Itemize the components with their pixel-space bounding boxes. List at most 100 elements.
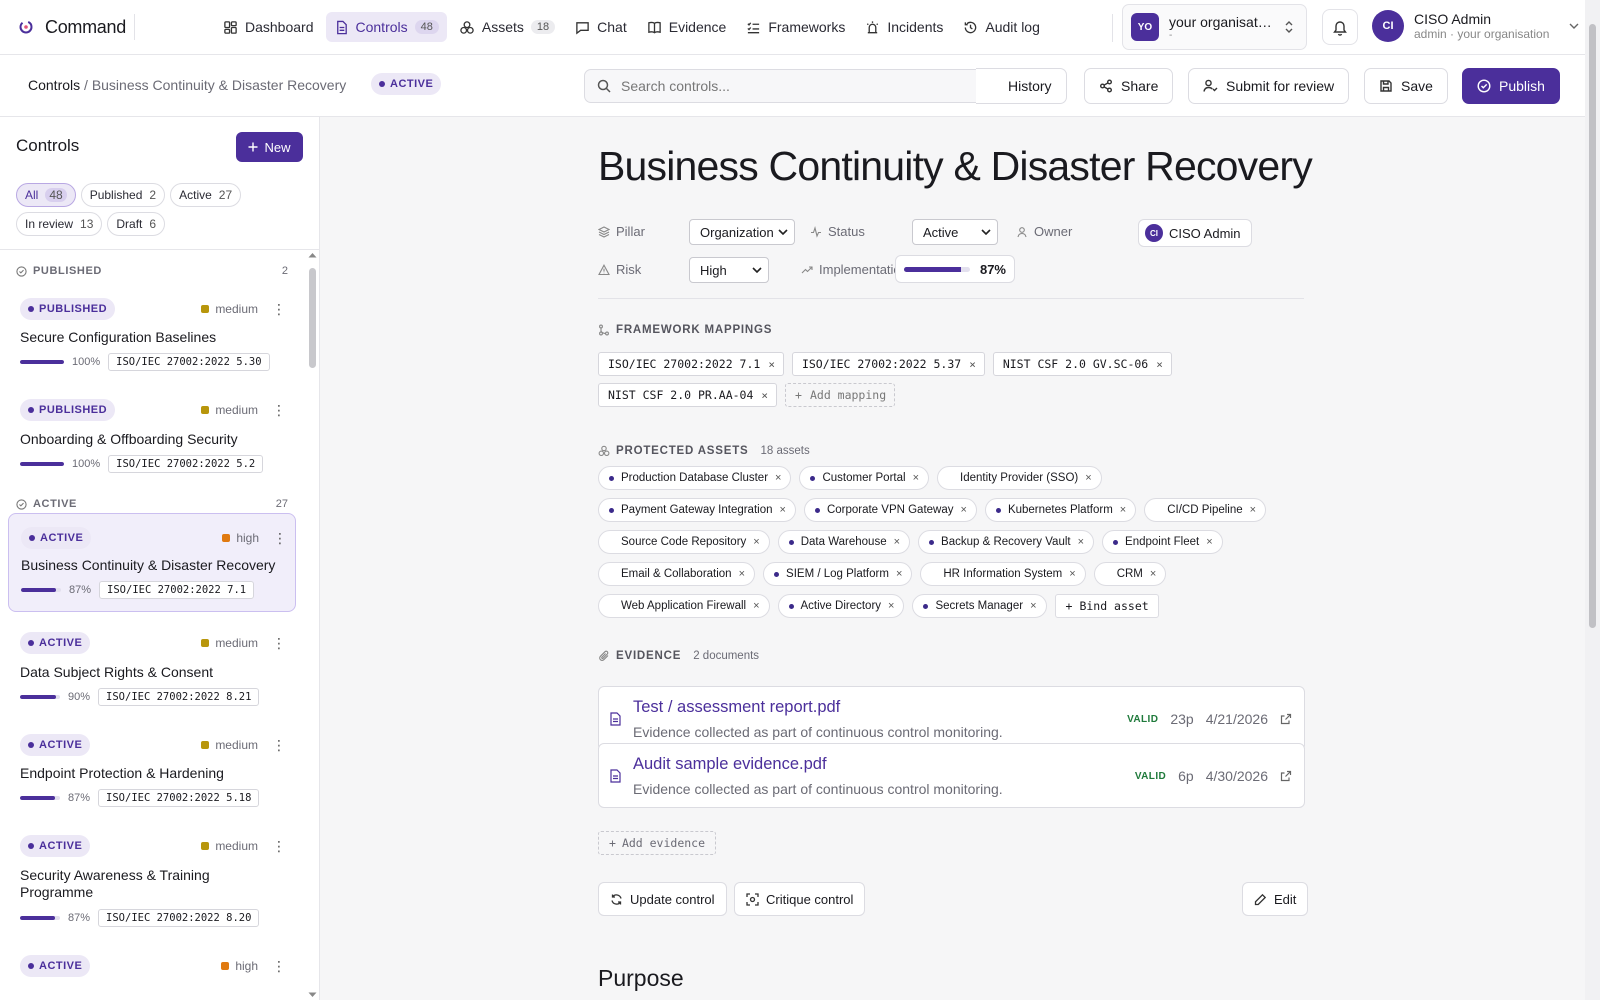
org-switcher[interactable]: YO your organisation - <box>1122 4 1307 50</box>
nav-dashboard[interactable]: Dashboard <box>215 12 322 42</box>
nav-controls[interactable]: Controls 48 <box>325 12 447 42</box>
remove-icon[interactable]: × <box>1156 358 1163 371</box>
implementation-progress[interactable]: 87% <box>895 255 1015 283</box>
card-status-label: PUBLISHED <box>39 303 108 315</box>
scroll-up-icon[interactable] <box>308 252 317 258</box>
logo[interactable]: Command <box>0 0 134 54</box>
search-input[interactable] <box>621 78 961 94</box>
control-card[interactable]: PUBLISHED medium ⋮ Onboarding & Offboard… <box>8 391 296 481</box>
filter-active[interactable]: Active 27 <box>170 183 242 207</box>
external-link-icon[interactable] <box>1280 713 1292 725</box>
remove-icon[interactable]: × <box>1030 600 1036 612</box>
remove-icon[interactable]: × <box>1085 472 1091 484</box>
more-options-icon[interactable]: ⋮ <box>272 958 286 975</box>
breadcrumb-root[interactable]: Controls <box>28 77 80 93</box>
remove-icon[interactable]: × <box>896 568 902 580</box>
more-options-icon[interactable]: ⋮ <box>272 737 286 754</box>
filter-in-review[interactable]: In review 13 <box>16 212 103 236</box>
sidebar-scrollbar[interactable] <box>306 250 319 1000</box>
pillar-select[interactable]: Organization <box>689 219 795 245</box>
evidence-title-link[interactable]: Audit sample evidence.pdf <box>633 755 827 774</box>
remove-icon[interactable]: × <box>969 358 976 371</box>
evidence-title-link[interactable]: Test / assessment report.pdf <box>633 698 840 717</box>
remove-icon[interactable]: × <box>753 600 759 612</box>
plus-icon: + <box>609 836 616 850</box>
sidebar-scroll-thumb[interactable] <box>309 268 316 368</box>
publish-button[interactable]: Publish <box>1462 68 1560 104</box>
remove-icon[interactable]: × <box>1078 536 1084 548</box>
page-scroll-thumb[interactable] <box>1589 24 1596 628</box>
history-button[interactable]: History <box>976 68 1067 104</box>
filter-published[interactable]: Published 2 <box>80 183 166 207</box>
more-options-icon[interactable]: ⋮ <box>272 838 286 855</box>
remove-icon[interactable]: × <box>761 389 768 402</box>
remove-icon[interactable]: × <box>961 504 967 516</box>
remove-icon[interactable]: × <box>1120 504 1126 516</box>
remove-icon[interactable]: × <box>739 568 745 580</box>
remove-icon[interactable]: × <box>888 600 894 612</box>
status-select[interactable]: Active <box>912 219 998 245</box>
remove-icon[interactable]: × <box>913 472 919 484</box>
evidence-item[interactable]: Test / assessment report.pdf Evidence co… <box>598 686 1305 751</box>
remove-icon[interactable]: × <box>1150 568 1156 580</box>
evidence-item[interactable]: Audit sample evidence.pdf Evidence colle… <box>598 743 1305 808</box>
page-scrollbar[interactable] <box>1585 0 1600 1000</box>
owner-picker[interactable]: CI CISO Admin <box>1138 219 1252 247</box>
chevron-down-icon <box>1569 23 1579 29</box>
submit-for-review-button[interactable]: Submit for review <box>1188 68 1350 104</box>
edit-button[interactable]: Edit <box>1242 882 1309 916</box>
nav-controls-badge: 48 <box>414 20 439 34</box>
control-title[interactable]: Business Continuity & Disaster Recovery <box>598 143 1313 190</box>
control-card[interactable]: ACTIVE medium ⋮ Endpoint Protection & Ha… <box>8 726 296 816</box>
more-options-icon[interactable]: ⋮ <box>273 530 287 547</box>
nav-assets[interactable]: Assets 18 <box>451 12 563 42</box>
asset-status-dot <box>810 475 816 481</box>
card-progress: 90% ISO/IEC 27002:2022 8.21 <box>20 688 260 706</box>
save-button[interactable]: Save <box>1364 68 1448 104</box>
control-card[interactable]: ACTIVE high ⋮ <box>8 947 296 1000</box>
remove-icon[interactable]: × <box>780 504 786 516</box>
more-options-icon[interactable]: ⋮ <box>272 635 286 652</box>
risk-select[interactable]: High <box>689 257 769 283</box>
remove-icon[interactable]: × <box>768 358 775 371</box>
remove-icon[interactable]: × <box>1206 536 1212 548</box>
mapping-label: NIST CSF 2.0 GV.SC-06 <box>1002 357 1149 371</box>
nav-incidents[interactable]: Incidents <box>857 12 951 42</box>
nav-chat[interactable]: Chat <box>567 12 635 42</box>
asset-label: Active Directory <box>800 600 882 612</box>
card-status-label: ACTIVE <box>39 739 83 751</box>
remove-icon[interactable]: × <box>894 536 900 548</box>
asset-label: Web Application Firewall <box>621 600 747 612</box>
add-evidence-button[interactable]: + Add evidence <box>598 831 717 855</box>
external-link-icon[interactable] <box>1280 770 1292 782</box>
update-control-button[interactable]: Update control <box>598 882 727 916</box>
asset-status-dot <box>1113 539 1119 545</box>
new-control-button[interactable]: New <box>236 132 303 162</box>
remove-icon[interactable]: × <box>753 536 759 548</box>
protected-asset-tag: Backup & Recovery Vault × <box>918 530 1095 554</box>
nav-audit-log[interactable]: Audit log <box>955 12 1047 42</box>
control-card[interactable]: ACTIVE medium ⋮ Security Awareness & Tra… <box>8 827 296 937</box>
scroll-down-icon[interactable] <box>308 992 317 998</box>
remove-icon[interactable]: × <box>775 472 781 484</box>
more-options-icon[interactable]: ⋮ <box>272 301 286 318</box>
remove-icon[interactable]: × <box>1069 568 1075 580</box>
critique-control-button[interactable]: Critique control <box>734 882 866 916</box>
list-icon <box>746 20 761 35</box>
filter-draft[interactable]: Draft 6 <box>107 212 166 236</box>
share-button[interactable]: Share <box>1084 68 1174 104</box>
user-menu[interactable]: CI CISO Admin admin · your organisation <box>1372 10 1579 42</box>
more-options-icon[interactable]: ⋮ <box>272 402 286 419</box>
notifications-button[interactable] <box>1322 9 1358 45</box>
remove-icon[interactable]: × <box>1250 504 1256 516</box>
nav-frameworks[interactable]: Frameworks <box>738 12 853 42</box>
filter-all[interactable]: All 48 <box>16 183 76 207</box>
search-box <box>584 69 1003 103</box>
bind-asset-button[interactable]: + Bind asset <box>1054 594 1159 618</box>
control-card[interactable]: ACTIVE medium ⋮ Data Subject Rights & Co… <box>8 624 296 714</box>
control-card-selected[interactable]: ACTIVE high ⋮ Business Continuity & Disa… <box>8 513 296 612</box>
asset-status-dot <box>788 539 794 545</box>
add-mapping-button[interactable]: + Add mapping <box>785 383 896 407</box>
control-card[interactable]: PUBLISHED medium ⋮ Secure Configuration … <box>8 290 296 380</box>
nav-evidence[interactable]: Evidence <box>639 12 735 42</box>
